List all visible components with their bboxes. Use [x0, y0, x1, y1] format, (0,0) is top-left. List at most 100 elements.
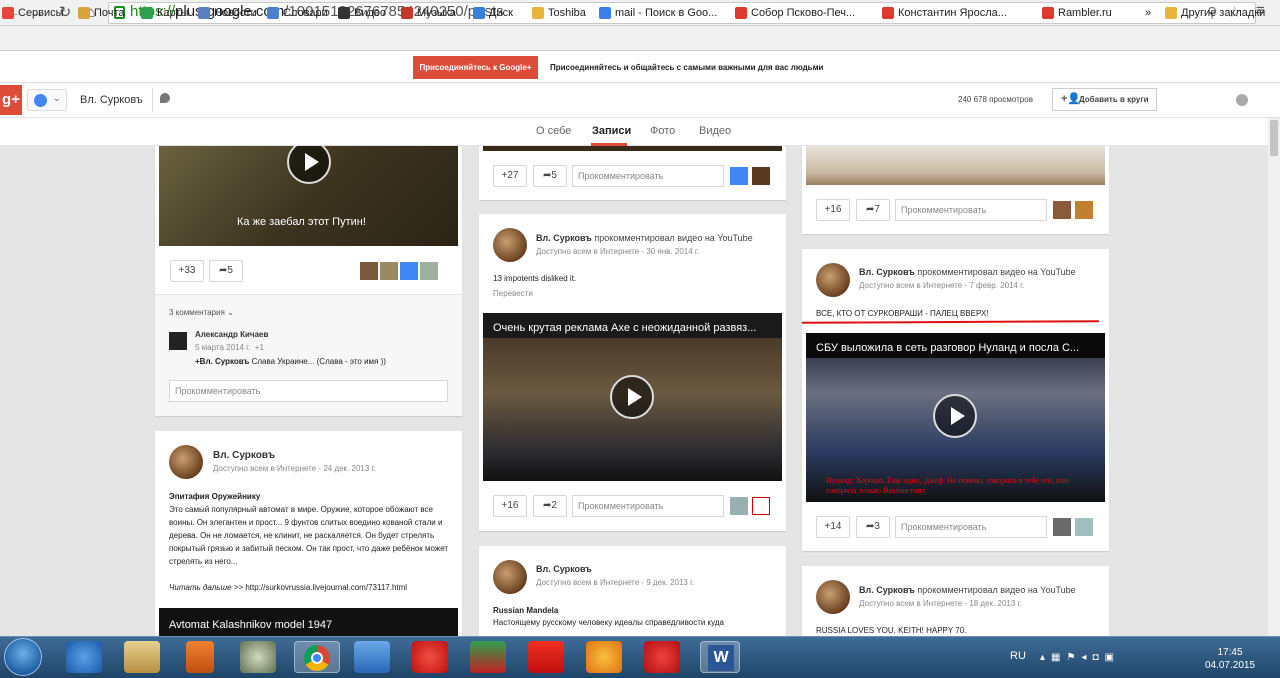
plus-one-button[interactable]: +33 [170, 260, 204, 282]
user-thumbnail[interactable] [1075, 518, 1093, 536]
user-thumbnail[interactable] [752, 167, 770, 185]
internet-explorer-icon[interactable] [66, 641, 102, 673]
comment-input[interactable]: Прокомментировать [895, 516, 1047, 538]
tray-icons[interactable]: ▴▦⚑◂◘▣ [1040, 652, 1120, 663]
chrome-icon[interactable] [294, 641, 340, 673]
avatar[interactable] [493, 228, 527, 262]
share-button[interactable]: ➦5 [533, 165, 567, 187]
user-thumbnail[interactable] [1053, 201, 1071, 219]
start-button[interactable] [4, 638, 42, 676]
read-more[interactable]: Читать дальше >> http://surkovrussia.liv… [169, 581, 407, 594]
avatar[interactable] [169, 445, 203, 479]
comment-plus[interactable]: +1 [255, 343, 264, 352]
tab-about[interactable]: О себе [536, 125, 571, 137]
media-player-icon[interactable] [186, 641, 214, 673]
clock[interactable]: 17:45 04.07.2015 [1200, 646, 1260, 672]
bookmark-item[interactable]: Rambler.ru [1042, 5, 1112, 21]
opera-icon[interactable] [644, 641, 680, 673]
app-icon[interactable] [586, 641, 622, 673]
mail-icon[interactable] [354, 641, 390, 673]
gplus-logo[interactable]: g+ [0, 85, 22, 115]
post-author[interactable]: Вл. Сурковъ прокомментировал видео на Yo… [859, 585, 1076, 595]
bookmark-item[interactable]: Видео [338, 5, 386, 21]
language-indicator[interactable]: RU [1010, 650, 1026, 662]
bookmark-item[interactable]: Сервисы [2, 5, 64, 21]
bookmark-item[interactable]: Toshiba [532, 5, 586, 21]
post-author[interactable]: Вл. Сурковъ [213, 450, 275, 461]
user-thumbnail[interactable] [730, 167, 748, 185]
play-icon[interactable] [610, 375, 654, 419]
user-thumbnail[interactable] [420, 262, 438, 280]
share-button[interactable]: ➦7 [856, 199, 890, 221]
plus-one-button[interactable]: +14 [816, 516, 850, 538]
comment-input[interactable]: Прокомментировать [572, 495, 724, 517]
bookmark-item[interactable]: Музыка [401, 5, 456, 21]
share-button[interactable]: ➦5 [209, 260, 243, 282]
comment-input[interactable]: Прокомментировать [895, 199, 1047, 221]
post-author[interactable]: Вл. Сурковъ прокомментировал видео на Yo… [859, 267, 1076, 277]
video-thumbnail[interactable] [483, 146, 782, 151]
settings-icon[interactable] [1236, 94, 1248, 106]
bookmark-item[interactable]: Карты [141, 5, 188, 21]
plus-one-button[interactable]: +27 [493, 165, 527, 187]
tab-videos[interactable]: Видео [699, 125, 731, 137]
avatar[interactable] [493, 560, 527, 594]
post-author-name[interactable]: Вл. Сурковъ [859, 267, 915, 277]
post-author-name[interactable]: Вл. Сурковъ [859, 585, 915, 595]
user-thumbnail[interactable] [752, 497, 770, 515]
share-button[interactable]: ➦2 [533, 495, 567, 517]
avatar[interactable] [816, 580, 850, 614]
bookmark-item[interactable]: Константин Яросла... [882, 5, 1007, 21]
bookmark-item[interactable]: Новости [198, 5, 257, 21]
video-thumbnail[interactable] [806, 146, 1105, 185]
user-thumbnail[interactable] [400, 262, 418, 280]
post-author[interactable]: Вл. Сурковъ [536, 564, 592, 574]
read-more-link[interactable]: >> http://surkovrussia.livejournal.com/7… [234, 583, 407, 592]
plus-one-button[interactable]: +16 [816, 199, 850, 221]
scrollbar[interactable] [1268, 118, 1280, 636]
commenter-avatar[interactable] [169, 332, 187, 350]
bookmarks-more[interactable]: » [1145, 5, 1151, 21]
app-icon[interactable] [240, 641, 276, 673]
user-thumbnail[interactable] [1075, 201, 1093, 219]
post-action: прокомментировал видео на YouTube [917, 267, 1076, 277]
user-thumbnail[interactable] [1053, 518, 1071, 536]
tab-photos[interactable]: Фото [650, 125, 675, 137]
comment-input[interactable]: Прокомментировать [169, 380, 448, 402]
file-explorer-icon[interactable] [124, 641, 160, 673]
word-icon[interactable]: W [700, 641, 740, 673]
bookmark-item[interactable]: Собор Псково-Печ... [735, 5, 855, 21]
translate-link[interactable]: Перевести [493, 289, 533, 298]
comment-mention[interactable]: +Вл. Сурковъ [195, 357, 249, 366]
bookmark-item[interactable]: mail - Поиск в Goo... [599, 5, 717, 21]
add-to-circles-button[interactable]: +👤 Добавить в круги [1052, 88, 1157, 111]
video-thumbnail[interactable]: Ка же заебал этот Путин! [159, 146, 458, 246]
yandex-icon[interactable] [528, 641, 564, 673]
user-thumbnail[interactable] [380, 262, 398, 280]
plus-one-button[interactable]: +16 [493, 495, 527, 517]
yandex-browser-icon[interactable] [412, 641, 448, 673]
post-author-name[interactable]: Вл. Сурковъ [536, 233, 592, 243]
bookmark-item[interactable]: Диск [473, 5, 513, 21]
profile-selector[interactable]: ⌄ [27, 89, 67, 111]
other-bookmarks[interactable]: Другие закладки [1165, 5, 1265, 21]
bookmark-item[interactable]: Почта [78, 5, 125, 21]
join-google-plus-button[interactable]: Присоединяйтесь к Google+ [413, 56, 538, 79]
commenter-name[interactable]: Александр Кичаев [195, 330, 268, 339]
avatar[interactable] [816, 263, 850, 297]
video-thumbnail[interactable]: СБУ выложила в сеть разговор Нуланд и по… [806, 333, 1105, 502]
video-thumbnail[interactable]: Очень крутая реклама Axe с неожиданной р… [483, 313, 782, 481]
bookmark-item[interactable]: Словари [267, 5, 328, 21]
read-more-label[interactable]: Читать дальше [169, 583, 232, 592]
comments-count[interactable]: 3 комментария ⌄ [169, 308, 234, 317]
share-button[interactable]: ➦3 [856, 516, 890, 538]
scrollbar-thumb[interactable] [1270, 120, 1278, 156]
play-icon[interactable] [933, 394, 977, 438]
tab-posts[interactable]: Записи [592, 125, 631, 137]
post-author[interactable]: Вл. Сурковъ прокомментировал видео на Yo… [536, 233, 753, 243]
kaspersky-icon[interactable] [470, 641, 506, 673]
play-icon[interactable] [287, 146, 331, 184]
comment-input[interactable]: Прокомментировать [572, 165, 724, 187]
user-thumbnail[interactable] [360, 262, 378, 280]
user-thumbnail[interactable] [730, 497, 748, 515]
